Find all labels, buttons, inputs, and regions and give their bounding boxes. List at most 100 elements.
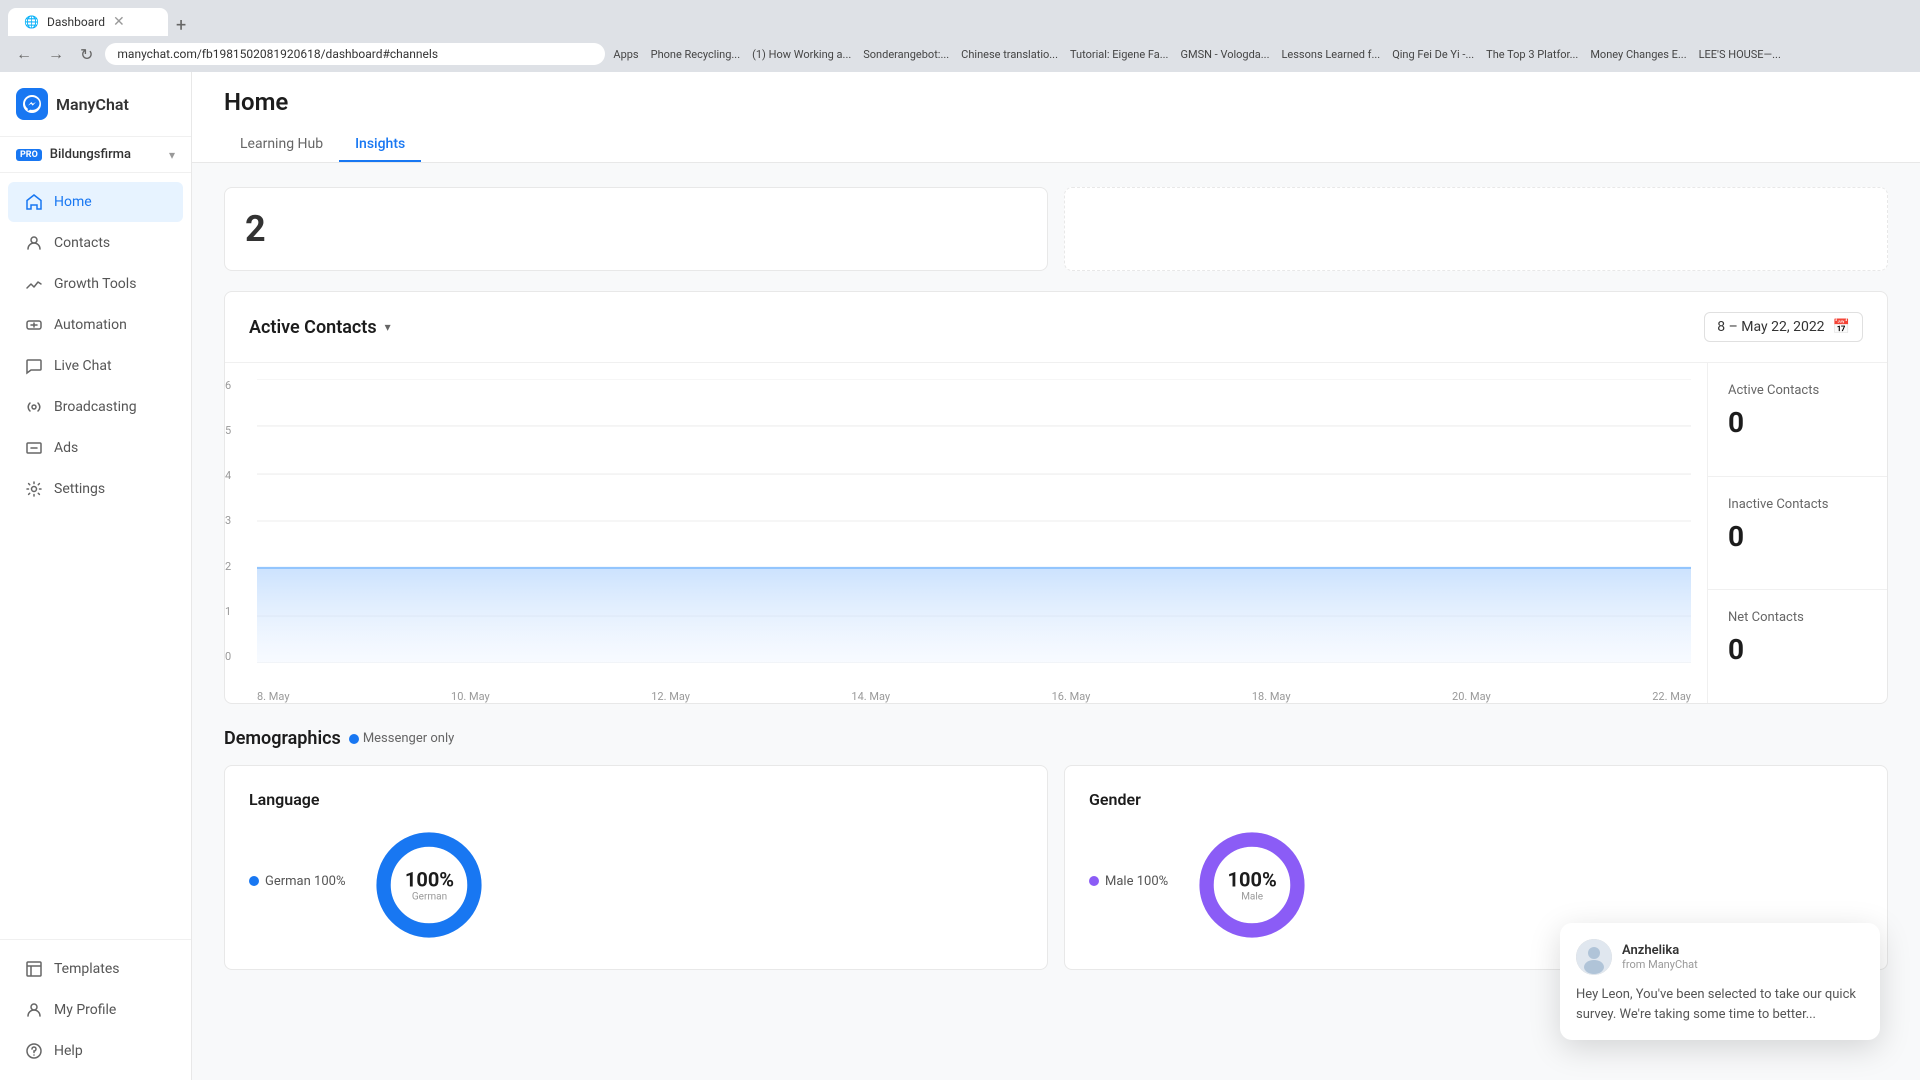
active-contacts-dropdown-chevron-icon[interactable]: ▾ [385, 320, 391, 334]
sidebar-item-help[interactable]: Help [8, 1031, 183, 1071]
x-label-4: 16. May [1052, 690, 1091, 703]
chat-widget-header: Anzhelika from ManyChat [1576, 939, 1864, 975]
y-label-4: 4 [225, 469, 249, 482]
bookmark-apps[interactable]: Apps [613, 48, 638, 61]
bookmark-11[interactable]: LEE'S HOUSE—... [1699, 48, 1781, 61]
language-legend: German 100% [249, 874, 345, 897]
sidebar-item-help-label: Help [54, 1043, 83, 1059]
refresh-btn[interactable]: ↻ [76, 43, 97, 66]
language-card: Language German 100% [224, 765, 1048, 970]
section-title-area: Active Contacts ▾ [249, 317, 391, 338]
chat-widget[interactable]: Anzhelika from ManyChat Hey Leon, You've… [1560, 923, 1880, 1040]
sidebar-item-my-profile[interactable]: My Profile [8, 990, 183, 1030]
broadcasting-icon [24, 397, 44, 417]
workspace-selector[interactable]: PRO Bildungsfirma ▾ [0, 137, 191, 173]
stat-active-contacts: Active Contacts 0 [1708, 363, 1887, 477]
sidebar-item-broadcasting[interactable]: Broadcasting [8, 387, 183, 427]
gender-donut: 100% Male [1192, 825, 1312, 945]
active-contacts-section: Active Contacts ▾ 8 – May 22, 2022 📅 6 5… [224, 291, 1888, 704]
gender-legend: Male 100% [1089, 874, 1168, 897]
bookmark-9[interactable]: The Top 3 Platfor... [1486, 48, 1578, 61]
tab-learning-hub[interactable]: Learning Hub [224, 128, 339, 162]
tab-insights[interactable]: Insights [339, 128, 421, 162]
stat-inactive-contacts: Inactive Contacts 0 [1708, 477, 1887, 591]
messenger-dot-icon [349, 734, 359, 744]
sidebar-item-contacts[interactable]: Contacts [8, 223, 183, 263]
language-donut-center: 100% German [405, 868, 454, 903]
new-tab-btn[interactable]: + [176, 15, 186, 36]
language-donut: 100% German [369, 825, 489, 945]
help-icon [24, 1041, 44, 1061]
chat-agent-name: Anzhelika [1622, 943, 1698, 958]
sidebar-item-growth-tools-label: Growth Tools [54, 276, 136, 292]
sidebar-item-automation[interactable]: Automation [8, 305, 183, 345]
calendar-icon: 📅 [1833, 319, 1850, 335]
sidebar-item-settings[interactable]: Settings [8, 469, 183, 509]
sidebar-bottom: Templates My Profile [0, 939, 191, 1080]
chart-area: 6 5 4 3 2 1 0 [225, 363, 1707, 703]
tab-close-btn[interactable]: ✕ [113, 14, 125, 30]
sidebar-item-templates[interactable]: Templates [8, 949, 183, 989]
top-card-1 [1064, 187, 1888, 271]
bookmark-5[interactable]: Tutorial: Eigene Fa... [1070, 48, 1169, 61]
bookmark-2[interactable]: (1) How Working a... [752, 48, 851, 61]
x-label-5: 18. May [1252, 690, 1291, 703]
language-donut-pct: 100% [405, 868, 454, 892]
active-contacts-title: Active Contacts [249, 317, 377, 338]
sidebar-item-templates-label: Templates [54, 961, 120, 977]
main-scroll-content: 2 Active Contacts ▾ 8 – May 22, 2022 📅 [192, 163, 1920, 1018]
sidebar-item-ads-label: Ads [54, 440, 78, 456]
legend-item-male: Male 100% [1089, 874, 1168, 889]
templates-icon [24, 959, 44, 979]
sidebar-item-settings-label: Settings [54, 481, 105, 497]
x-label-3: 14. May [851, 690, 890, 703]
sidebar-item-home[interactable]: Home [8, 182, 183, 222]
bookmark-1[interactable]: Phone Recycling... [651, 48, 740, 61]
url-input[interactable]: manychat.com/fb198150208192061​8/dashboa… [105, 43, 605, 65]
chat-agent-source: from ManyChat [1622, 958, 1698, 971]
sidebar-item-growth-tools[interactable]: Growth Tools [8, 264, 183, 304]
workspace-name: Bildungsfirma [50, 147, 131, 162]
bookmark-7[interactable]: Lessons Learned f... [1281, 48, 1380, 61]
contacts-icon [24, 233, 44, 253]
sidebar-item-live-chat-label: Live Chat [54, 358, 112, 374]
chat-avatar [1576, 939, 1612, 975]
x-label-0: 8. May [257, 690, 290, 703]
bookmark-6[interactable]: GMSN - Vologda... [1180, 48, 1269, 61]
demographics-title: Demographics [224, 728, 341, 749]
messenger-badge: Messenger only [349, 731, 454, 746]
chart-stats-container: 6 5 4 3 2 1 0 [225, 363, 1887, 703]
page-title: Home [224, 88, 1888, 128]
browser-tab[interactable]: 🌐 Dashboard ✕ [8, 8, 168, 36]
bookmark-10[interactable]: Money Changes E... [1590, 48, 1686, 61]
x-label-7: 22. May [1652, 690, 1691, 703]
sidebar-item-my-profile-label: My Profile [54, 1002, 116, 1018]
stat-net-contacts-value: 0 [1728, 633, 1867, 666]
sidebar-item-contacts-label: Contacts [54, 235, 110, 251]
legend-dot-german [249, 876, 259, 886]
forward-btn[interactable]: → [44, 42, 68, 66]
chart-x-labels: 8. May 10. May 12. May 14. May 16. May 1… [257, 690, 1691, 703]
sidebar-item-automation-label: Automation [54, 317, 127, 333]
bookmark-3[interactable]: Sonderangebot:... [863, 48, 949, 61]
pro-badge: PRO [16, 149, 42, 161]
gender-donut-center: 100% Male [1228, 868, 1277, 903]
gender-donut-pct: 100% [1228, 868, 1277, 892]
bookmark-8[interactable]: Qing Fei De Yi -... [1392, 48, 1474, 61]
legend-label-german: German 100% [265, 874, 345, 889]
y-label-6: 6 [225, 379, 249, 392]
sidebar-item-ads[interactable]: Ads [8, 428, 183, 468]
top-card-value-0: 2 [245, 208, 1027, 250]
x-label-6: 20. May [1452, 690, 1491, 703]
main-header: Home Learning Hub Insights [192, 72, 1920, 163]
logo-text: ManyChat [56, 95, 129, 114]
tab-label: Dashboard [47, 15, 105, 29]
legend-dot-male [1089, 876, 1099, 886]
date-picker[interactable]: 8 – May 22, 2022 📅 [1704, 312, 1863, 342]
sidebar-item-live-chat[interactable]: Live Chat [8, 346, 183, 386]
bookmark-4[interactable]: Chinese translatio... [961, 48, 1058, 61]
header-tabs: Learning Hub Insights [224, 128, 1888, 162]
top-cards-row: 2 [224, 187, 1888, 271]
back-btn[interactable]: ← [12, 42, 36, 66]
messenger-badge-text: Messenger only [363, 731, 454, 746]
